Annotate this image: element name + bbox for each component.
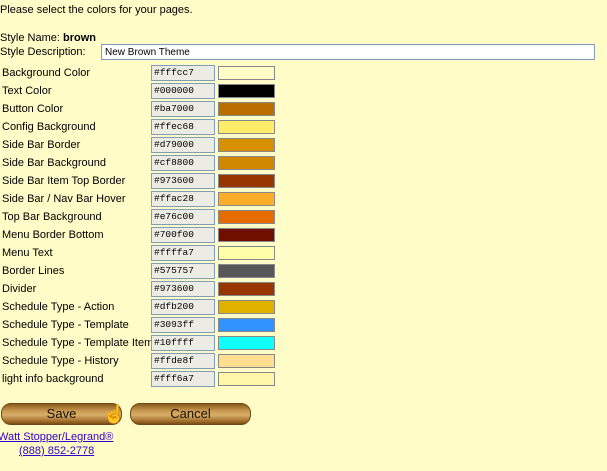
color-row: Divider — [0, 280, 300, 298]
color-swatch[interactable] — [218, 120, 275, 134]
color-row: Schedule Type - Template — [0, 316, 300, 334]
hand-cursor-icon: ☝ — [103, 404, 126, 424]
color-row: Side Bar Item Top Border — [0, 172, 300, 190]
color-hex-input[interactable] — [151, 155, 215, 171]
color-row: Border Lines — [0, 262, 300, 280]
color-label: Border Lines — [2, 265, 65, 277]
color-label: Side Bar / Nav Bar Hover — [2, 193, 126, 205]
color-hex-input[interactable] — [151, 137, 215, 153]
color-swatch[interactable] — [218, 210, 275, 224]
color-hex-input[interactable] — [151, 101, 215, 117]
color-label: Schedule Type - Template — [2, 319, 129, 331]
color-row: Schedule Type - Template Item — [0, 334, 300, 352]
color-swatch[interactable] — [218, 174, 275, 188]
color-row: Side Bar Border — [0, 136, 300, 154]
color-label: Background Color — [2, 67, 91, 79]
color-hex-input[interactable] — [151, 191, 215, 207]
color-swatch[interactable] — [218, 192, 275, 206]
style-description-input[interactable] — [101, 44, 595, 60]
color-swatch[interactable] — [218, 138, 275, 152]
color-label: Menu Border Bottom — [2, 229, 104, 241]
color-label: Divider — [2, 283, 37, 295]
color-swatch[interactable] — [218, 264, 275, 278]
color-hex-input[interactable] — [151, 227, 215, 243]
color-swatch[interactable] — [218, 102, 275, 116]
color-row: Side Bar / Nav Bar Hover — [0, 190, 300, 208]
color-row: Side Bar Background — [0, 154, 300, 172]
color-hex-input[interactable] — [151, 263, 215, 279]
color-hex-input[interactable] — [151, 245, 215, 261]
color-hex-input[interactable] — [151, 83, 215, 99]
color-hex-input[interactable] — [151, 353, 215, 369]
color-swatch[interactable] — [218, 282, 275, 296]
color-label: Side Bar Border — [2, 139, 81, 151]
color-swatch[interactable] — [218, 228, 275, 242]
cancel-button[interactable]: Cancel — [130, 403, 251, 425]
color-label: Text Color — [2, 85, 52, 97]
color-swatch[interactable] — [218, 84, 275, 98]
color-label: Schedule Type - Action — [2, 301, 115, 313]
color-row: Button Color — [0, 100, 300, 118]
color-hex-input[interactable] — [151, 173, 215, 189]
color-row: light info background — [0, 370, 300, 388]
color-hex-input[interactable] — [151, 371, 215, 387]
color-row: Config Background — [0, 118, 300, 136]
color-hex-input[interactable] — [151, 317, 215, 333]
color-swatch[interactable] — [218, 300, 275, 314]
style-name-value: brown — [62, 32, 96, 44]
company-link[interactable]: Watt Stopper/Legrand® — [0, 431, 113, 443]
color-label: Side Bar Item Top Border — [2, 175, 126, 187]
color-label: Side Bar Background — [2, 157, 106, 169]
color-hex-input[interactable] — [151, 335, 215, 351]
color-swatch[interactable] — [218, 336, 275, 350]
color-row: Menu Text — [0, 244, 300, 262]
color-swatch[interactable] — [218, 372, 275, 386]
color-hex-input[interactable] — [151, 299, 215, 315]
style-name-label: Style Name: — [0, 32, 60, 44]
color-swatch[interactable] — [218, 318, 275, 332]
color-swatch[interactable] — [218, 354, 275, 368]
color-hex-input[interactable] — [151, 119, 215, 135]
color-hex-input[interactable] — [151, 65, 215, 81]
color-label: Config Background — [2, 121, 96, 133]
intro-text: Please select the colors for your pages. — [0, 4, 193, 16]
color-label: Schedule Type - Template Item — [2, 337, 154, 349]
color-label: light info background — [2, 373, 104, 385]
style-name: Style Name: brown — [0, 32, 96, 44]
color-row: Schedule Type - History — [0, 352, 300, 370]
color-swatch[interactable] — [218, 66, 275, 80]
color-swatch[interactable] — [218, 246, 275, 260]
color-hex-input[interactable] — [151, 281, 215, 297]
color-label: Top Bar Background — [2, 211, 102, 223]
style-description-label: Style Description: — [0, 46, 86, 58]
color-row: Menu Border Bottom — [0, 226, 300, 244]
color-swatch[interactable] — [218, 156, 275, 170]
color-hex-input[interactable] — [151, 209, 215, 225]
color-row: Schedule Type - Action — [0, 298, 300, 316]
color-row: Background Color — [0, 64, 300, 82]
color-label: Menu Text — [2, 247, 53, 259]
color-label: Button Color — [2, 103, 64, 115]
color-row: Top Bar Background — [0, 208, 300, 226]
phone-link[interactable]: (888) 852-2778 — [19, 445, 94, 457]
color-row: Text Color — [0, 82, 300, 100]
color-label: Schedule Type - History — [2, 355, 119, 367]
